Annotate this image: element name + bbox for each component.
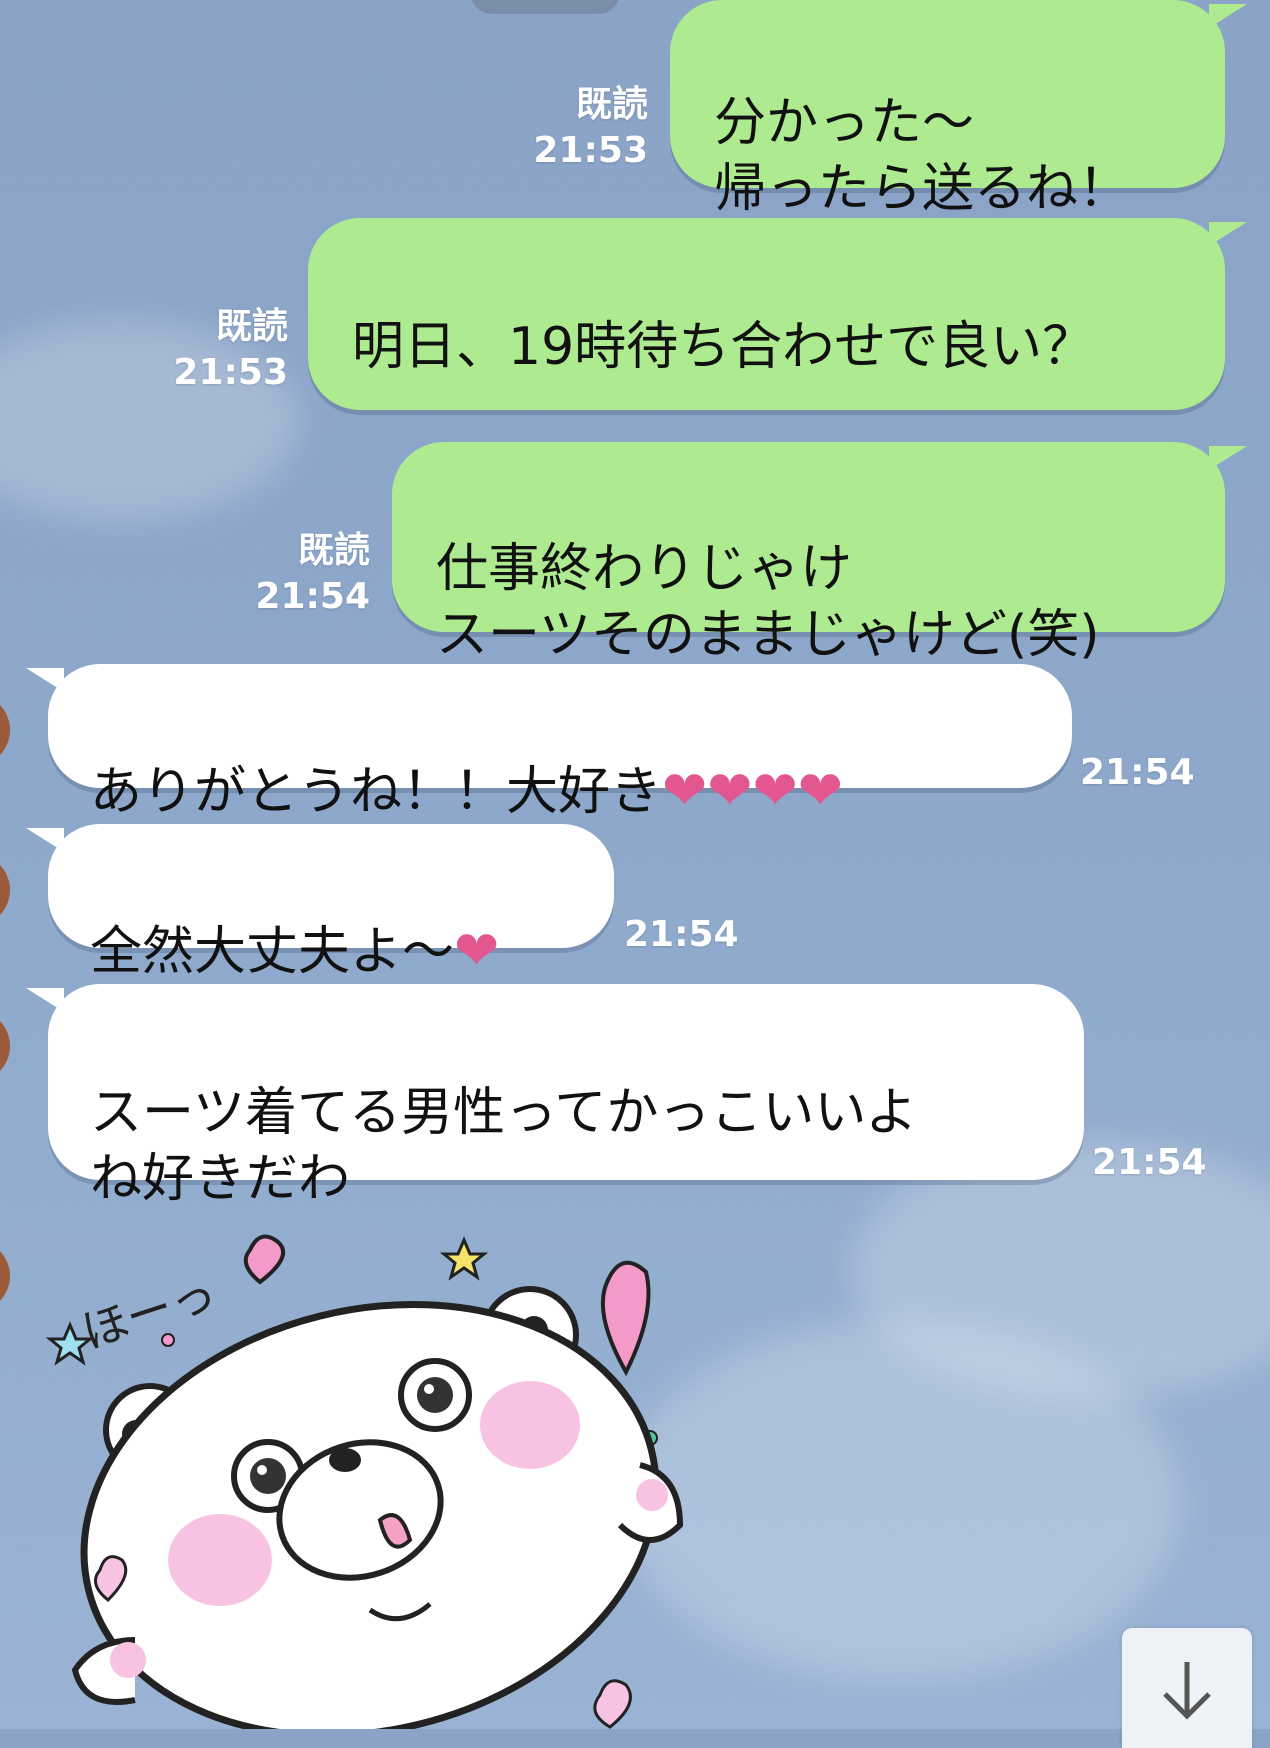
avatar[interactable] [0, 854, 10, 926]
message-time: 21:54 [255, 576, 370, 617]
heart-emoji: ❤❤❤❤ [662, 759, 843, 822]
avatar[interactable] [0, 1010, 10, 1082]
message-text: ありがとうね！！大好き [90, 762, 663, 822]
bubble-tail [1209, 4, 1247, 28]
bubble-tail [26, 668, 64, 692]
message-time: 21:53 [533, 130, 648, 171]
incoming-message[interactable]: 全然大丈夫よ〜❤ [26, 824, 614, 982]
message-meta: 既読 21:54 [242, 528, 370, 620]
sticker-caption: ほーっ [75, 1265, 223, 1359]
message-text: 明日、19時待ち合わせで良い？ [352, 317, 1095, 377]
read-status: 既読 [215, 306, 288, 347]
message-meta: 既読 21:53 [160, 304, 288, 396]
bubble-tail [26, 988, 64, 1012]
message-meta: 既読 21:53 [520, 82, 648, 174]
read-status: 既読 [575, 84, 648, 125]
arrow-down-icon [1163, 1662, 1211, 1720]
message-text: スーツ着てる男性ってかっこいいよ ね好きだわ [90, 1083, 918, 1209]
previous-message-edge [470, 0, 620, 14]
scroll-to-bottom-button[interactable] [1122, 1628, 1252, 1748]
outgoing-message[interactable]: 明日、19時待ち合わせで良い？ [308, 218, 1247, 410]
message-time: 21:54 [1080, 752, 1195, 793]
incoming-message[interactable]: ありがとうね！！大好き❤❤❤❤ [26, 664, 1072, 822]
avatar[interactable] [0, 694, 10, 766]
avatar[interactable] [0, 1240, 10, 1312]
message-time: 21:54 [624, 914, 739, 955]
incoming-message[interactable]: スーツ着てる男性ってかっこいいよ ね好きだわ [26, 984, 1084, 1209]
message-time: 21:54 [1092, 1142, 1207, 1183]
outgoing-message[interactable]: 仕事終わりじゃけ スーツそのままじゃけど(笑) [392, 442, 1247, 665]
heart-emoji: ❤ [454, 919, 500, 982]
bubble-tail [26, 828, 64, 852]
read-status: 既読 [297, 530, 370, 571]
outgoing-message[interactable]: 分かった〜 帰ったら送るね！ [670, 0, 1247, 219]
message-text: 仕事終わりじゃけ スーツそのままじゃけど(笑) [436, 539, 1100, 665]
bear-illustration: ほーっ [45, 1234, 684, 1740]
message-time: 21:53 [173, 352, 288, 393]
white-bear-sticker[interactable]: ほーっ [40, 1220, 740, 1740]
bubble-tail [1209, 222, 1247, 246]
message-text: 全然大丈夫よ〜 [90, 922, 455, 982]
message-text: 分かった〜 帰ったら送るね！ [714, 93, 1131, 219]
bubble-tail [1209, 446, 1247, 470]
